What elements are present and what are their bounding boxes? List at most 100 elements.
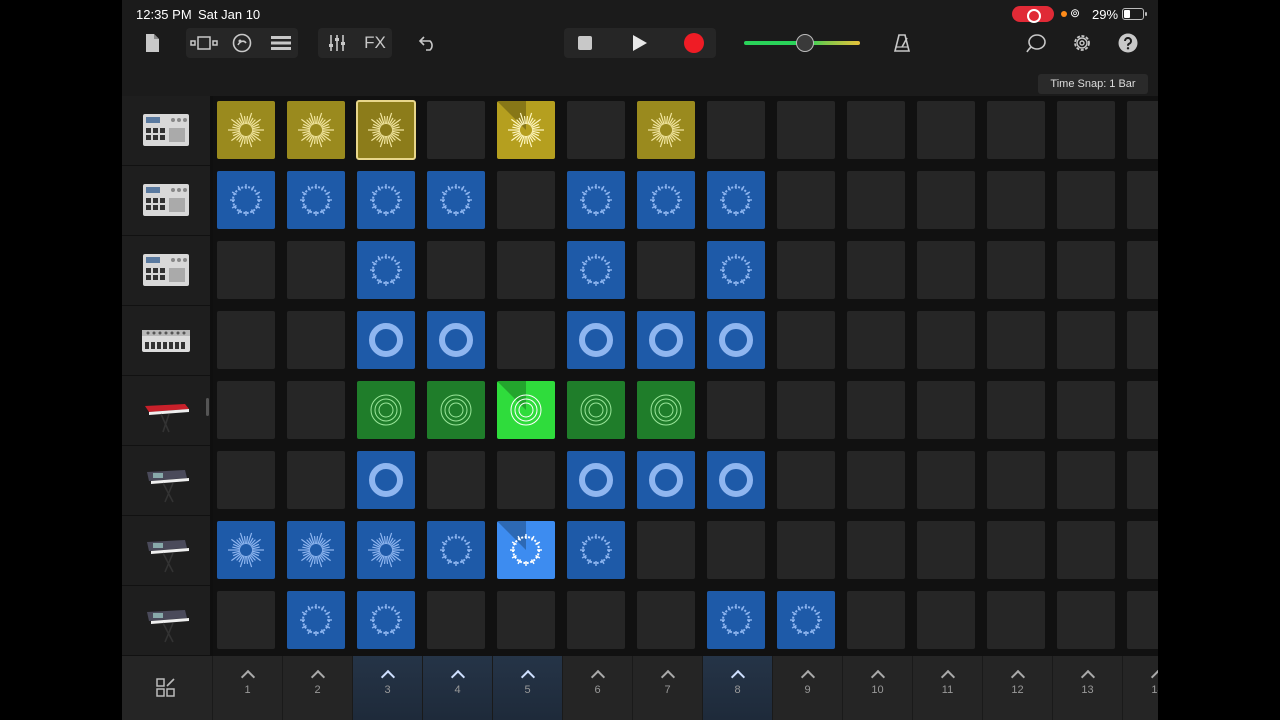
time-snap-button[interactable]: Time Snap: 1 Bar [1038,74,1148,94]
column-trigger-3[interactable]: 3 [352,656,422,720]
empty-cell[interactable] [1057,101,1115,159]
loop-cell[interactable] [217,521,275,579]
empty-cell[interactable] [217,451,275,509]
loop-cell[interactable] [567,311,625,369]
loop-cell[interactable] [217,101,275,159]
empty-cell[interactable] [497,311,555,369]
empty-cell[interactable] [287,241,345,299]
column-trigger-1[interactable]: 1 [212,656,282,720]
empty-cell[interactable] [1127,381,1158,439]
empty-cell[interactable] [1057,171,1115,229]
empty-cell[interactable] [847,451,905,509]
empty-cell[interactable] [427,241,485,299]
empty-cell[interactable] [707,521,765,579]
track-list-button[interactable] [268,28,294,58]
empty-cell[interactable] [427,591,485,649]
empty-cell[interactable] [1057,311,1115,369]
empty-cell[interactable] [637,521,695,579]
loop-cell[interactable] [707,591,765,649]
empty-cell[interactable] [1057,591,1115,649]
loop-cell[interactable] [287,101,345,159]
record-button[interactable] [684,33,704,53]
loop-cell[interactable] [567,171,625,229]
instrument-track-8[interactable] [122,586,210,656]
column-trigger-11[interactable]: 11 [912,656,982,720]
loop-cell[interactable] [357,171,415,229]
empty-cell[interactable] [567,101,625,159]
empty-cell[interactable] [917,311,975,369]
empty-cell[interactable] [637,591,695,649]
loop-cell[interactable] [637,311,695,369]
column-trigger-5[interactable]: 5 [492,656,562,720]
mixer-button[interactable] [324,28,350,58]
empty-cell[interactable] [1127,451,1158,509]
empty-cell[interactable] [1057,521,1115,579]
loop-cell[interactable] [217,171,275,229]
instrument-track-4[interactable] [122,306,210,376]
loop-cell[interactable] [707,241,765,299]
volume-knob[interactable] [796,34,814,52]
edit-grid-button[interactable] [122,656,210,720]
column-trigger-6[interactable]: 6 [562,656,632,720]
loop-cell[interactable] [497,521,555,579]
empty-cell[interactable] [847,101,905,159]
column-trigger-2[interactable]: 2 [282,656,352,720]
empty-cell[interactable] [987,451,1045,509]
loop-cell[interactable] [637,101,695,159]
empty-cell[interactable] [987,241,1045,299]
settings-button[interactable] [1070,28,1094,58]
column-trigger-13[interactable]: 13 [1052,656,1122,720]
empty-cell[interactable] [497,241,555,299]
fx-button[interactable]: FX [360,28,390,58]
loop-cell[interactable] [357,591,415,649]
my-songs-button[interactable] [140,28,164,58]
empty-cell[interactable] [287,381,345,439]
empty-cell[interactable] [217,311,275,369]
empty-cell[interactable] [217,591,275,649]
loop-cell[interactable] [427,521,485,579]
loop-cell[interactable] [497,101,555,159]
empty-cell[interactable] [917,591,975,649]
column-trigger-4[interactable]: 4 [422,656,492,720]
empty-cell[interactable] [987,591,1045,649]
empty-cell[interactable] [777,521,835,579]
empty-cell[interactable] [1127,101,1158,159]
empty-cell[interactable] [707,381,765,439]
empty-cell[interactable] [1057,381,1115,439]
loop-cell[interactable] [357,451,415,509]
instrument-track-6[interactable] [122,446,210,516]
loop-cell[interactable] [427,381,485,439]
empty-cell[interactable] [777,241,835,299]
empty-cell[interactable] [567,591,625,649]
empty-cell[interactable] [777,311,835,369]
empty-cell[interactable] [847,241,905,299]
loop-cell[interactable] [287,591,345,649]
empty-cell[interactable] [217,241,275,299]
loop-cell[interactable] [357,381,415,439]
loop-library-button[interactable] [1024,28,1048,58]
browser-button[interactable] [230,28,254,58]
loop-cell[interactable] [356,100,416,160]
empty-cell[interactable] [847,171,905,229]
empty-cell[interactable] [847,521,905,579]
loop-cell[interactable] [777,591,835,649]
loop-cell[interactable] [427,311,485,369]
resize-handle[interactable] [206,398,209,416]
empty-cell[interactable] [987,381,1045,439]
empty-cell[interactable] [987,171,1045,229]
empty-cell[interactable] [287,311,345,369]
loop-cell[interactable] [567,451,625,509]
loop-cell[interactable] [707,451,765,509]
empty-cell[interactable] [427,101,485,159]
column-trigger-12[interactable]: 12 [982,656,1052,720]
instrument-track-7[interactable] [122,516,210,586]
column-trigger-14[interactable]: 14 [1122,656,1158,720]
empty-cell[interactable] [987,101,1045,159]
loop-cell[interactable] [357,241,415,299]
stop-button[interactable] [578,36,592,50]
empty-cell[interactable] [1127,171,1158,229]
column-trigger-10[interactable]: 10 [842,656,912,720]
metronome-button[interactable] [890,28,914,58]
empty-cell[interactable] [777,381,835,439]
loop-cell[interactable] [497,381,555,439]
